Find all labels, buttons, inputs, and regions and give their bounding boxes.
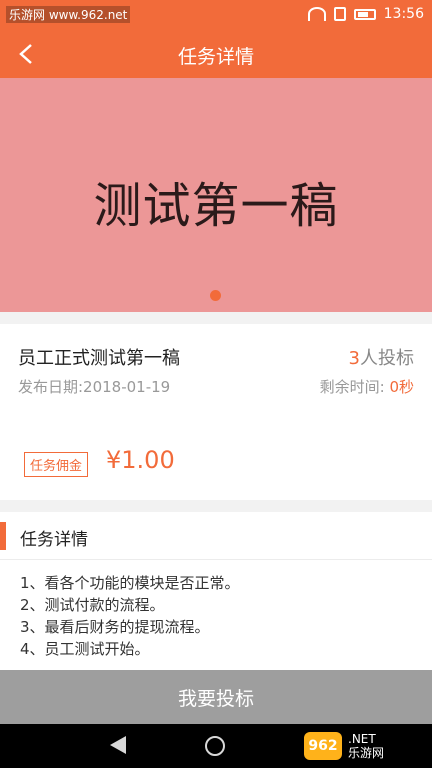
- title-bar: 任务详情: [0, 30, 432, 78]
- detail-title: 任务详情: [20, 530, 88, 550]
- detail-lines: 1、看各个功能的模块是否正常。 2、测试付款的流程。 3、最看后财务的提现流程。…: [20, 572, 240, 660]
- bid-button[interactable]: 我要投标: [0, 670, 432, 724]
- detail-header: 任务详情: [0, 512, 432, 560]
- detail-line: 3、最看后财务的提现流程。: [20, 618, 210, 636]
- price: ¥1.00: [106, 446, 175, 474]
- nav-back-icon[interactable]: [110, 736, 126, 754]
- battery-icon: [353, 8, 376, 20]
- remaining-label: 剩余时间:: [319, 378, 390, 396]
- watermark: 962 .NET 乐游网: [304, 728, 424, 764]
- sim-icon: [333, 7, 346, 21]
- publish-date: 发布日期:2018-01-19: [18, 378, 171, 396]
- clock: 13:56: [383, 6, 424, 22]
- system-nav-bar: 962 .NET 乐游网: [0, 724, 432, 768]
- detail-line: 4、员工测试开始。: [20, 640, 150, 658]
- bid-count-label: 人投标: [360, 348, 414, 369]
- banner-text: 测试第一稿: [93, 178, 339, 234]
- page-title: 任务详情: [177, 46, 254, 68]
- section-marker: [0, 522, 6, 550]
- remaining-value: 0秒: [389, 378, 414, 396]
- detail-line: 2、测试付款的流程。: [20, 596, 165, 614]
- watermark-text: .NET 乐游网: [348, 732, 384, 760]
- task-name: 员工正式测试第一稿: [18, 348, 180, 369]
- status-icons: 13:56: [307, 6, 424, 22]
- banner-carousel[interactable]: 测试第一稿: [0, 78, 432, 312]
- task-info-card: 员工正式测试第一稿 3人投标 发布日期:2018-01-19 剩余时间: 0秒 …: [0, 324, 432, 500]
- status-bar: 乐游网 www.962.net 13:56: [0, 0, 432, 30]
- detail-line: 1、看各个功能的模块是否正常。: [20, 574, 240, 592]
- task-detail-card: 任务详情 1、看各个功能的模块是否正常。 2、测试付款的流程。 3、最看后财务的…: [0, 512, 432, 670]
- wifi-icon: [307, 7, 326, 21]
- commission-tag: 任务佣金: [24, 452, 89, 477]
- watermark-line2: 乐游网: [348, 746, 385, 760]
- bid-count: 3人投标: [349, 344, 414, 370]
- bid-count-number: 3: [348, 348, 360, 369]
- watermark-line1: .NET: [348, 732, 376, 746]
- nav-home-icon[interactable]: [205, 736, 225, 756]
- watermark-logo: 962: [304, 732, 342, 760]
- remaining-time: 剩余时间: 0秒: [320, 376, 414, 397]
- status-left-text: 乐游网 www.962.net: [6, 6, 131, 23]
- carousel-indicator-dot: [210, 290, 221, 301]
